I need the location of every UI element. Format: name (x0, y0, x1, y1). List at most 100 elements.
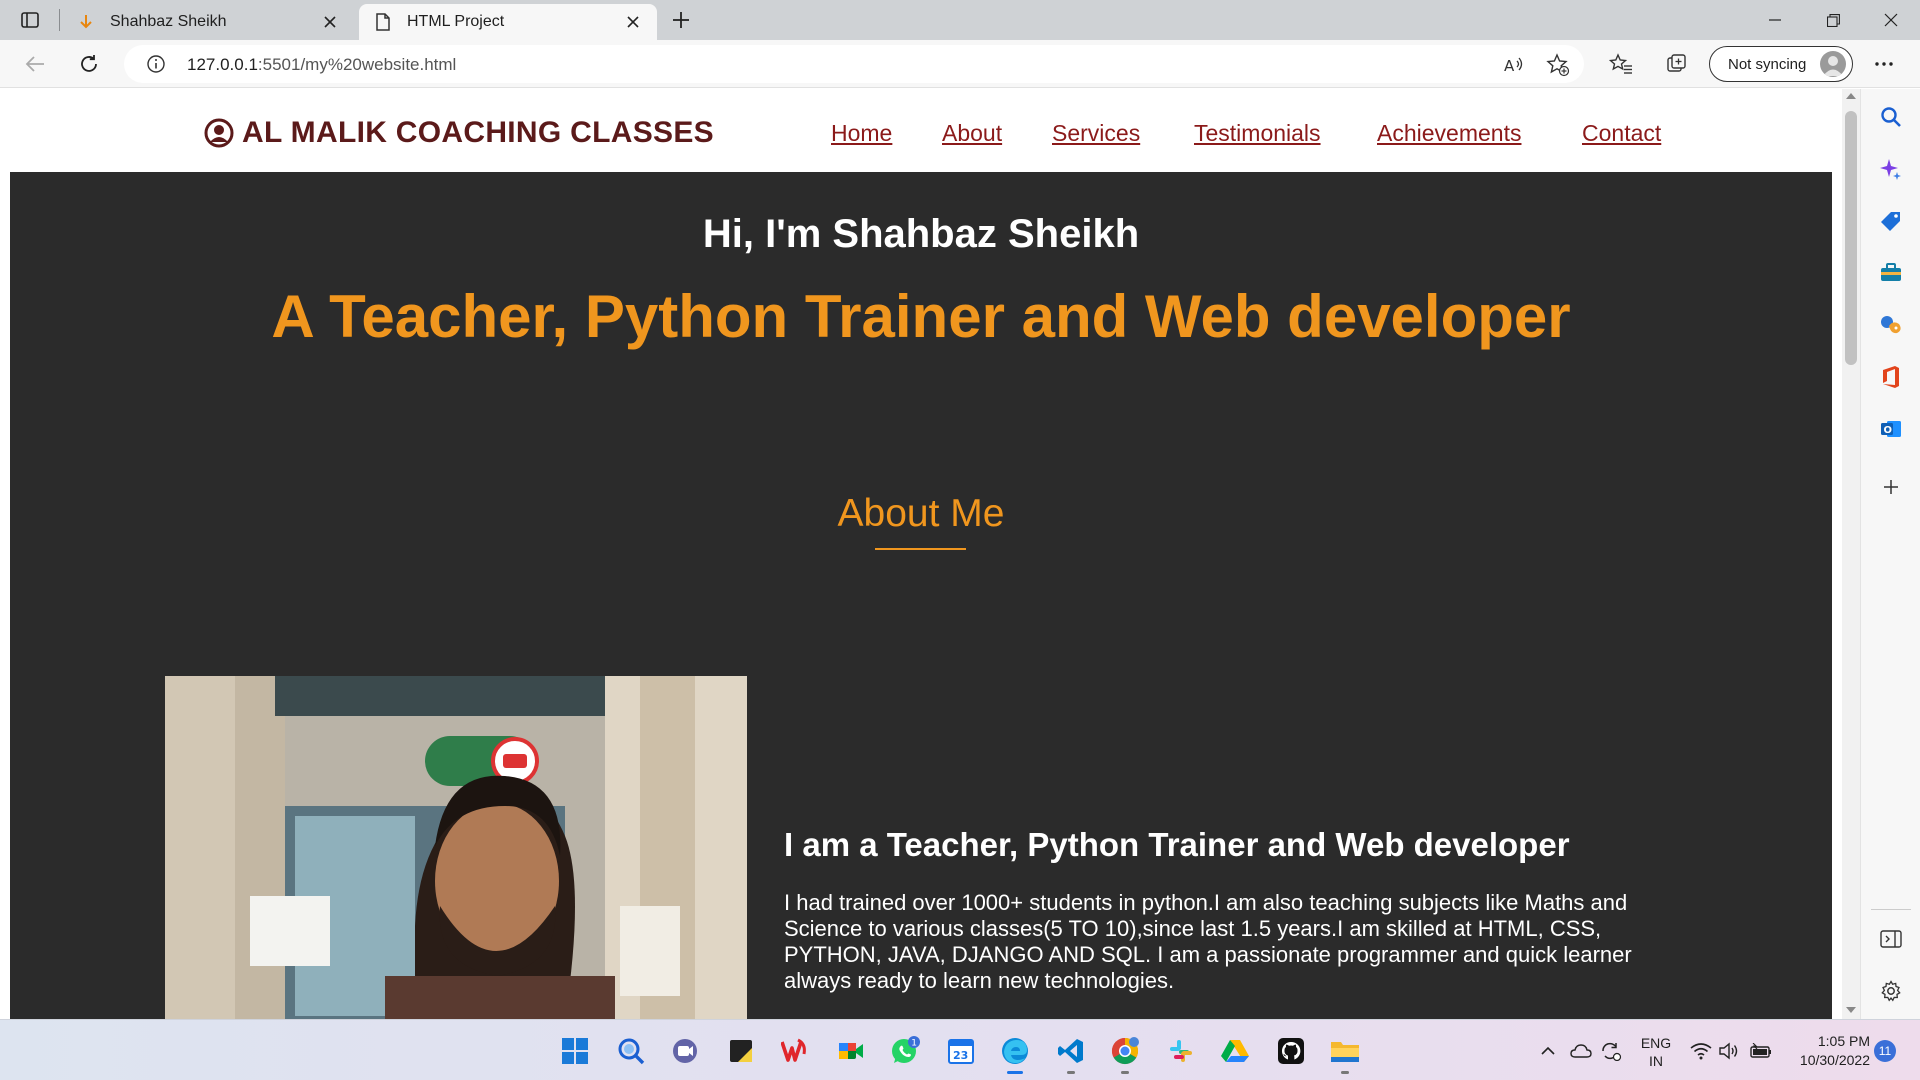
shopping-icon[interactable] (1879, 209, 1903, 233)
close-icon[interactable] (320, 12, 340, 32)
tab-actions-icon[interactable] (18, 9, 42, 31)
onedrive-icon[interactable] (1570, 1020, 1592, 1080)
hero-tagline: A Teacher, Python Trainer and Web develo… (271, 283, 1571, 350)
browser-toolbar: 127.0.0.1:5501/my%20website.html A Not s… (0, 40, 1920, 88)
copilot-icon[interactable] (1879, 157, 1903, 181)
hero-greeting: Hi, I'm Shahbaz Sheikh (702, 212, 1140, 256)
about-paragraph: I had trained over 1000+ students in pyt… (784, 890, 1632, 993)
page-viewport: AL MALIK COACHING CLASSES Home About Ser… (0, 89, 1842, 1019)
restore-icon[interactable] (1804, 0, 1862, 40)
meet-icon[interactable] (834, 1034, 868, 1068)
scrollbar-thumb[interactable] (1845, 111, 1857, 365)
outlook-icon[interactable]: O (1879, 417, 1903, 441)
clock-date: 10/30/2022 (1799, 1052, 1870, 1068)
nav-link-achievements[interactable]: Achievements (1377, 120, 1521, 147)
scroll-up-arrow-icon[interactable] (1846, 93, 1856, 99)
region-code: IN (1649, 1053, 1663, 1069)
wps-icon[interactable] (778, 1034, 812, 1068)
address-bar[interactable]: 127.0.0.1:5501/my%20website.html A (124, 45, 1584, 83)
vscode-icon[interactable] (1054, 1034, 1088, 1074)
nav-link-about[interactable]: About (942, 120, 1002, 147)
whatsapp-badge: 1 (911, 1038, 917, 1048)
more-options-icon[interactable] (1872, 52, 1896, 76)
nav-link-home[interactable]: Home (831, 120, 892, 147)
avatar (1820, 51, 1846, 77)
search-icon[interactable] (1879, 105, 1903, 129)
chrome-icon[interactable] (1108, 1034, 1142, 1074)
close-icon[interactable] (623, 12, 643, 32)
about-title: About Me (837, 492, 1005, 535)
language-indicator[interactable]: ENG IN (1638, 1034, 1674, 1070)
volume-icon[interactable] (1718, 1020, 1740, 1080)
tab-html-project[interactable]: HTML Project (359, 4, 657, 40)
games-icon[interactable] (1879, 313, 1903, 337)
language-code: ENG (1640, 1035, 1672, 1051)
url-text: 127.0.0.1:5501/my%20website.html (187, 55, 456, 75)
favorites-icon[interactable] (1606, 50, 1636, 78)
teams-icon[interactable] (668, 1034, 702, 1068)
close-window-icon[interactable] (1862, 0, 1920, 40)
back-arrow-icon[interactable] (20, 50, 50, 78)
nav-link-contact[interactable]: Contact (1582, 120, 1661, 147)
browser-tab-strip: Shahbaz Sheikh HTML Project (0, 0, 1920, 40)
sync-status-label: Not syncing (1728, 55, 1807, 73)
tools-icon[interactable] (1879, 261, 1903, 285)
start-icon[interactable] (558, 1034, 592, 1068)
edge-icon[interactable] (998, 1034, 1032, 1074)
wifi-icon[interactable] (1690, 1020, 1712, 1080)
nav-link-testimonials[interactable]: Testimonials (1194, 120, 1321, 147)
minimize-icon[interactable] (1746, 0, 1804, 40)
info-icon[interactable] (146, 54, 166, 74)
url-path: :5501/my%20website.html (257, 55, 457, 74)
sync-status-icon[interactable] (1600, 1020, 1622, 1080)
svg-text:O: O (1884, 425, 1893, 436)
page-scrollbar[interactable] (1842, 89, 1860, 1019)
battery-icon[interactable] (1748, 1020, 1772, 1080)
user-circle-icon (204, 118, 234, 148)
tab-title: HTML Project (407, 13, 505, 30)
refresh-icon[interactable] (74, 50, 104, 78)
settings-icon[interactable] (1879, 979, 1903, 1003)
new-tab-icon[interactable] (668, 7, 694, 33)
add-favorite-icon[interactable] (1546, 53, 1570, 77)
svg-text:A: A (1504, 57, 1515, 75)
tab-title: Shahbaz Sheikh (110, 13, 227, 30)
site-navbar: AL MALIK COACHING CLASSES Home About Ser… (0, 89, 1842, 171)
scroll-down-arrow-icon[interactable] (1846, 1007, 1856, 1013)
drive-icon[interactable] (1218, 1034, 1252, 1068)
url-host: 127.0.0.1 (187, 55, 258, 74)
download-icon (76, 12, 96, 32)
slack-icon[interactable] (1164, 1034, 1198, 1068)
github-icon[interactable] (1274, 1034, 1308, 1068)
windows-taskbar: 1 23 ENG IN 1:05 PM 10/30/2022 11 (0, 1019, 1920, 1080)
show-hidden-icons-chevron-icon[interactable] (1540, 1020, 1556, 1080)
edge-sidebar: O (1860, 89, 1920, 1019)
profile-photo (165, 676, 747, 1019)
calendar-date: 23 (953, 1049, 968, 1062)
office-icon[interactable] (1879, 365, 1903, 389)
tab-separator (59, 9, 60, 31)
site-brand[interactable]: AL MALIK COACHING CLASSES (204, 116, 714, 150)
read-aloud-icon[interactable]: A (1502, 53, 1526, 77)
whatsapp-icon[interactable]: 1 (888, 1034, 922, 1068)
system-clock[interactable]: 1:05 PM 10/30/2022 (1784, 1032, 1870, 1070)
add-icon[interactable] (1879, 475, 1903, 499)
sidebar-toggle-icon[interactable] (1879, 927, 1903, 951)
sticky-notes-icon[interactable] (724, 1034, 758, 1068)
file-explorer-icon[interactable] (1328, 1034, 1362, 1074)
running-app-indicator (1067, 1071, 1075, 1074)
notification-badge[interactable]: 11 (1874, 1040, 1896, 1062)
tab-shahbaz-sheikh[interactable]: Shahbaz Sheikh (62, 4, 354, 40)
running-app-indicator (1121, 1071, 1129, 1074)
nav-link-services[interactable]: Services (1052, 120, 1140, 147)
hero-section: Hi, I'm Shahbaz Sheikh A Teacher, Python… (10, 172, 1832, 1019)
brand-name: AL MALIK COACHING CLASSES (242, 116, 714, 149)
calendar-icon[interactable]: 23 (944, 1034, 978, 1068)
search-icon[interactable] (614, 1034, 648, 1068)
about-heading: I am a Teacher, Python Trainer and Web d… (784, 826, 1570, 863)
sidebar-divider (1871, 909, 1911, 910)
collections-icon[interactable] (1662, 50, 1692, 78)
profile-sync-button[interactable]: Not syncing (1709, 46, 1853, 82)
active-app-indicator (1007, 1071, 1023, 1074)
about-underline (875, 548, 966, 550)
